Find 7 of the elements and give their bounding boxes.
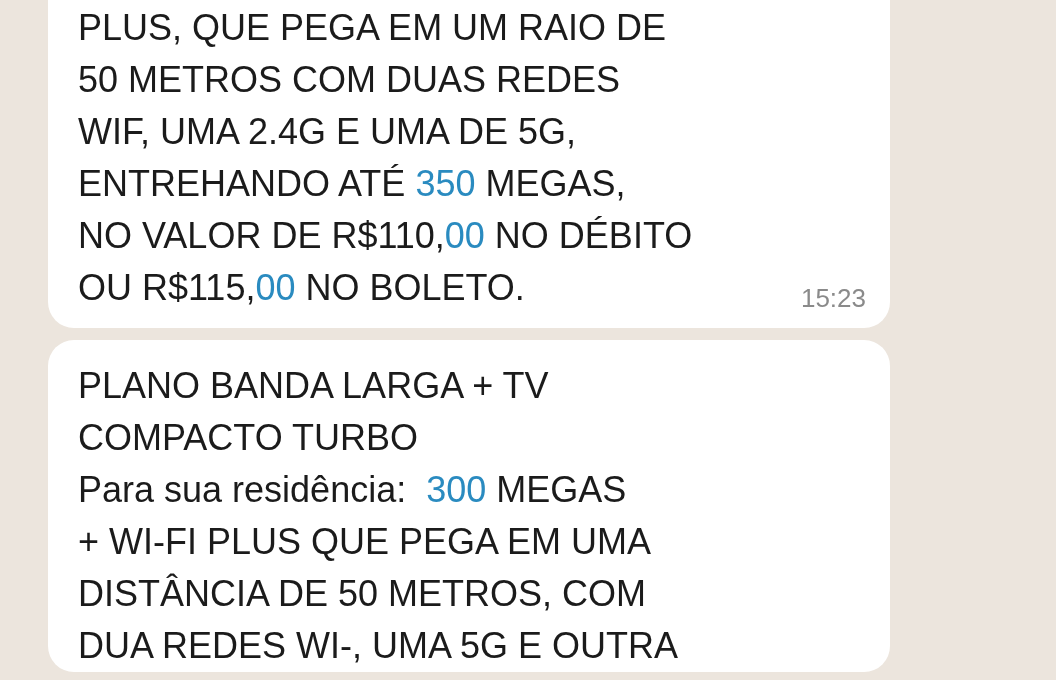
number-link[interactable]: 350 bbox=[415, 163, 476, 204]
message-text: PLANO BANDA LARGA + TV COMPACTO TURBO Para sua residência: 300 MEGAS + WI-FI PLUS QUE PEGA EM UMA DISTÂNCIA DE 50 METROS, COM DUA REDES WI-, UMA 5G E OUTRA bbox=[78, 364, 679, 668]
message-time: 15:23 bbox=[800, 283, 866, 314]
message-text: PLUS, QUE PEGA EM UM RAIO DE 50 METROS COM DUAS REDES WIF, UMA 2.4G E UMA DE 5G, ENTREHANDO ATÉ 350 MEGAS, NO VALOR DE R$110,00 NO DÉBITO OU R$115,00 NO BOLETO. bbox=[78, 6, 693, 310]
number-link[interactable]: 00 bbox=[444, 215, 485, 256]
number-link[interactable]: 300 bbox=[426, 469, 487, 510]
number-link[interactable]: 00 bbox=[255, 267, 296, 308]
